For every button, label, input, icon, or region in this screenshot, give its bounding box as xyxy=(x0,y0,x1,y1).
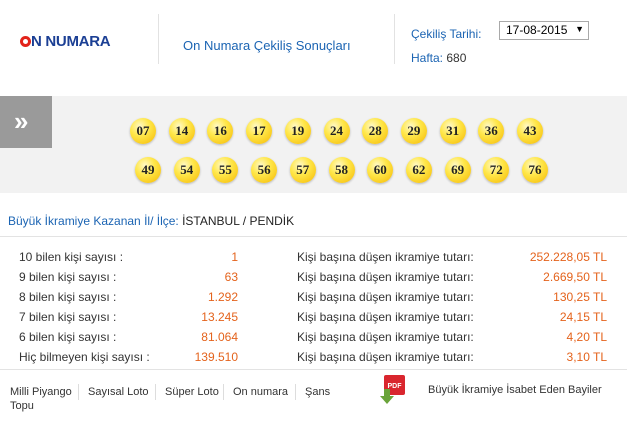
lottery-ball: 43 xyxy=(517,118,543,144)
stat-count: 81.064 xyxy=(201,330,238,344)
dropdown-arrow-icon: ▼ xyxy=(575,24,584,34)
footer-link-sayisal-loto[interactable]: Sayısal Loto xyxy=(88,386,149,398)
double-chevron-right-icon: » xyxy=(14,106,29,136)
prize-label: Kişi başına düşen ikramiye tutarı: xyxy=(297,330,474,344)
lottery-ball: 17 xyxy=(246,118,273,144)
footer-link-on-numara[interactable]: On numara xyxy=(233,386,288,398)
lottery-ball: 36 xyxy=(478,118,505,144)
nav-button[interactable]: » xyxy=(0,96,52,148)
page-title: On Numara Çekiliş Sonuçları xyxy=(183,38,351,53)
footer-separator xyxy=(78,384,79,400)
lottery-ball: 14 xyxy=(168,118,195,144)
stat-count: 1.292 xyxy=(207,290,238,304)
divider xyxy=(0,369,627,370)
week-label: Hafta: xyxy=(411,51,444,65)
footer-separator xyxy=(155,384,156,400)
lottery-ball: 62 xyxy=(405,157,432,183)
prize-value: 3,10 TL xyxy=(566,350,607,364)
draw-date-select[interactable]: 17-08-2015 ▼ xyxy=(499,21,589,40)
stat-count: 13.245 xyxy=(201,310,238,324)
stat-count: 1 xyxy=(231,250,238,264)
winner-label: Büyük İkramiye Kazanan İl/ İlçe: xyxy=(8,214,179,228)
prize-label: Kişi başına düşen ikramiye tutarı: xyxy=(297,270,474,284)
lottery-ball: 55 xyxy=(212,157,239,183)
prize-value: 4,20 TL xyxy=(566,330,607,344)
draw-date-label: Çekiliş Tarihi: xyxy=(411,27,482,41)
on-numara-logo[interactable]: N NUMARA xyxy=(20,33,111,50)
lottery-ball: 49 xyxy=(135,157,161,183)
stat-count: 63 xyxy=(224,270,238,284)
header-divider xyxy=(158,14,159,64)
prize-value: 2.669,50 TL xyxy=(543,270,607,284)
draw-date-value: 17-08-2015 xyxy=(506,23,568,37)
winner-value: İSTANBUL / PENDİK xyxy=(182,214,295,228)
week-info: Hafta: 680 xyxy=(411,51,466,65)
lottery-ball: 76 xyxy=(522,157,548,183)
prize-label: Kişi başına düşen ikramiye tutarı: xyxy=(297,250,474,264)
lottery-ball: 19 xyxy=(284,118,311,144)
logo-o-mark xyxy=(20,36,31,47)
footer-link-super-loto[interactable]: Süper Loto xyxy=(165,386,219,398)
stat-label: Hiç bilmeyen kişi sayısı : xyxy=(19,350,150,364)
lottery-ball: 60 xyxy=(367,157,394,183)
stat-label: 9 bilen kişi sayısı : xyxy=(19,270,117,284)
lottery-ball: 24 xyxy=(323,118,350,144)
lottery-ball: 54 xyxy=(173,157,200,183)
lottery-ball: 72 xyxy=(483,157,510,183)
lottery-ball: 28 xyxy=(362,118,389,144)
prize-value: 252.228,05 TL xyxy=(529,250,607,264)
lottery-ball: 07 xyxy=(130,118,156,144)
header-divider xyxy=(394,14,395,64)
pdf-link-jackpot-dealers[interactable]: Büyük İkramiye İsabet Eden Bayiler xyxy=(428,384,602,396)
stat-label: 6 bilen kişi sayısı : xyxy=(19,330,117,344)
lottery-ball: 56 xyxy=(251,157,278,183)
stat-label: 7 bilen kişi sayısı : xyxy=(19,310,117,324)
footer-separator xyxy=(295,384,296,400)
footer-link-milli-piyango[interactable]: Milli Piyango xyxy=(10,386,72,398)
jackpot-winner-location: Büyük İkramiye Kazanan İl/ İlçe: İSTANBU… xyxy=(8,214,294,228)
header: N NUMARA On Numara Çekiliş Sonuçları Çek… xyxy=(0,0,627,92)
prize-value: 130,25 TL xyxy=(553,290,607,304)
logo-text: N NUMARA xyxy=(31,33,111,50)
prize-label: Kişi başına düşen ikramiye tutarı: xyxy=(297,290,474,304)
lottery-ball: 29 xyxy=(400,118,427,144)
winning-numbers-panel: » 07 14 16 17 19 24 28 29 31 36 43 49 54 55 56 57 58 60 62… xyxy=(0,96,627,193)
lottery-ball: 69 xyxy=(444,157,471,183)
lottery-ball: 58 xyxy=(328,157,355,183)
pdf-download-icon[interactable]: PDF xyxy=(380,375,406,405)
prize-value: 24,15 TL xyxy=(559,310,607,324)
divider xyxy=(0,236,627,237)
stat-count: 139.510 xyxy=(194,350,238,364)
footer-separator xyxy=(223,384,224,400)
pdf-badge-text: PDF xyxy=(388,383,403,390)
prize-label: Kişi başına düşen ikramiye tutarı: xyxy=(297,310,474,324)
footer-link-sans-topu-continued[interactable]: Topu xyxy=(10,400,34,412)
prize-label: Kişi başına düşen ikramiye tutarı: xyxy=(297,350,474,364)
lottery-ball: 57 xyxy=(289,157,316,183)
lottery-ball: 31 xyxy=(439,118,466,144)
stat-label: 10 bilen kişi sayısı : xyxy=(19,250,124,264)
lottery-ball: 16 xyxy=(207,118,234,144)
week-value: 680 xyxy=(446,51,467,65)
stat-label: 8 bilen kişi sayısı : xyxy=(19,290,117,304)
footer-link-sans-topu[interactable]: Şans xyxy=(305,386,330,398)
